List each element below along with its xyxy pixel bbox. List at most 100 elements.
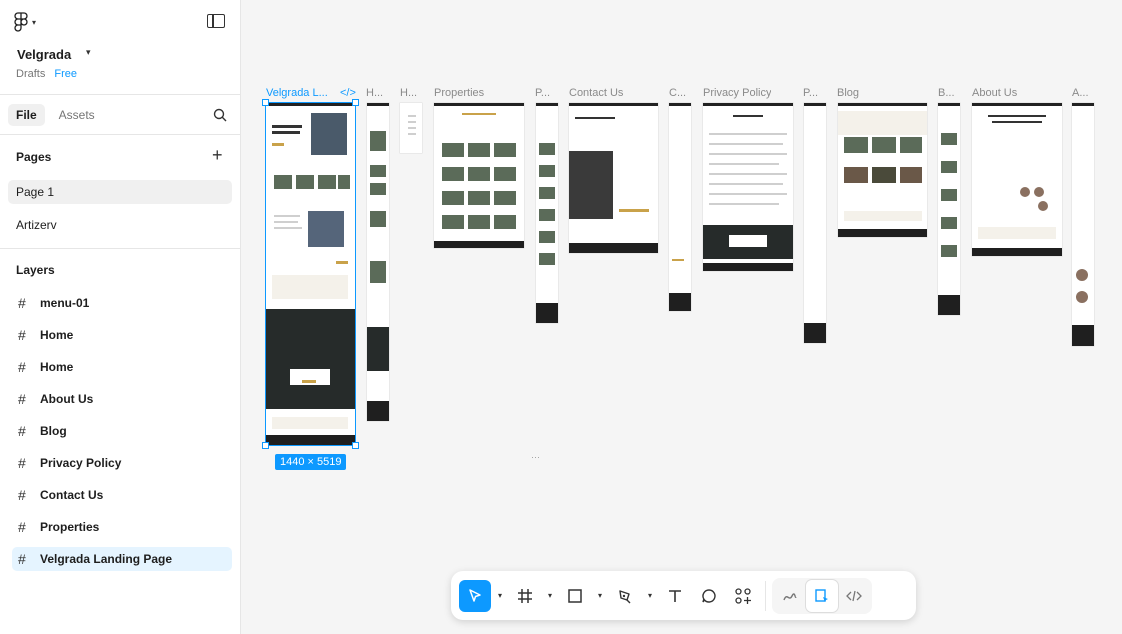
layer-item[interactable]: # Properties — [12, 515, 232, 539]
layer-label: Blog — [40, 424, 67, 438]
frame-label-properties[interactable]: Properties — [434, 87, 484, 99]
frame-mobile-home[interactable] — [367, 103, 389, 421]
add-page-icon[interactable]: + — [212, 146, 223, 164]
chevron-down-icon: ▾ — [32, 17, 37, 27]
draw-mode-button[interactable] — [774, 580, 806, 612]
ellipsis-marker: ··· — [531, 452, 540, 462]
divider — [0, 134, 240, 135]
frame-mobile-blog[interactable] — [938, 103, 960, 315]
frame-icon: # — [18, 551, 26, 567]
page-item-artizerv[interactable]: Artizerv — [8, 213, 232, 237]
frame-icon: # — [18, 327, 26, 343]
frame-mobile-properties[interactable] — [536, 103, 558, 323]
divider — [0, 248, 240, 249]
frame-label[interactable]: A... — [1072, 87, 1089, 99]
toolbar-divider — [765, 580, 766, 611]
frame-icon: # — [18, 455, 26, 471]
selection-dimensions: 1440 × 5519 — [275, 454, 347, 470]
comment-tool[interactable] — [693, 580, 725, 612]
chevron-down-icon[interactable]: ▾ — [543, 591, 557, 600]
code-icon[interactable]: </> — [340, 87, 356, 99]
draw-icon — [783, 592, 797, 600]
frame-icon: # — [18, 487, 26, 503]
design-mode-button[interactable] — [806, 579, 838, 612]
actions-tool[interactable] — [727, 580, 759, 612]
frame-menu[interactable] — [400, 103, 422, 153]
bottom-toolbar: ▾ ▾ ▾ ▾ — [451, 571, 916, 620]
frame-label[interactable]: H... — [366, 87, 383, 99]
tab-assets[interactable]: Assets — [51, 104, 103, 126]
text-icon — [669, 589, 681, 602]
text-tool[interactable] — [659, 580, 691, 612]
move-tool[interactable] — [459, 579, 491, 612]
dev-mode-button[interactable] — [838, 580, 870, 612]
frame-mobile-contact[interactable] — [669, 103, 691, 311]
frame-privacy[interactable] — [703, 103, 793, 271]
toggle-sidebar-icon[interactable] — [207, 14, 225, 28]
resize-handle[interactable] — [352, 99, 359, 106]
frame-mobile-privacy[interactable] — [804, 103, 826, 343]
cursor-icon — [469, 588, 481, 602]
tab-file[interactable]: File — [8, 104, 45, 126]
layer-item[interactable]: # menu-01 — [12, 291, 232, 315]
frame-about[interactable] — [972, 103, 1062, 256]
frame-icon: # — [18, 519, 26, 535]
frame-label[interactable]: P... — [535, 87, 550, 99]
layer-label: About Us — [40, 392, 94, 406]
resize-handle[interactable] — [352, 442, 359, 449]
frame-icon: # — [18, 391, 26, 407]
page-item-page-1[interactable]: Page 1 — [8, 180, 232, 204]
resize-handle[interactable] — [262, 99, 269, 106]
layer-item-selected[interactable]: # Velgrada Landing Page — [12, 547, 232, 571]
frame-icon — [518, 588, 532, 603]
chevron-down-icon[interactable]: ▾ — [86, 47, 91, 58]
mode-switcher — [772, 577, 872, 614]
frame-properties[interactable] — [434, 103, 524, 248]
layer-label: menu-01 — [40, 296, 90, 310]
canvas[interactable]: Velgrada L... </> H... H... Properties P… — [241, 0, 1122, 630]
layer-item[interactable]: # Privacy Policy — [12, 451, 232, 475]
main-menu-button[interactable]: ▾ — [14, 12, 36, 32]
frame-tool[interactable] — [509, 580, 541, 612]
chevron-down-icon[interactable]: ▾ — [493, 591, 507, 600]
search-icon[interactable] — [213, 108, 227, 122]
frame-label-privacy[interactable]: Privacy Policy — [703, 87, 771, 99]
frame-label-contact[interactable]: Contact Us — [569, 87, 623, 99]
plan-badge[interactable]: Free — [54, 68, 77, 80]
rectangle-icon — [568, 588, 582, 603]
chevron-down-icon[interactable]: ▾ — [643, 591, 657, 600]
resize-handle[interactable] — [262, 442, 269, 449]
frame-blog[interactable] — [838, 103, 927, 237]
left-sidebar: ▾ Velgrada ▾ Drafts Free File Assets Pag… — [0, 0, 241, 634]
project-meta: Drafts Free — [16, 68, 77, 80]
drafts-link[interactable]: Drafts — [16, 68, 45, 80]
frame-label[interactable]: H... — [400, 87, 417, 99]
frame-label[interactable]: P... — [803, 87, 818, 99]
layer-item[interactable]: # Contact Us — [12, 483, 232, 507]
frame-label-about[interactable]: About Us — [972, 87, 1017, 99]
layer-label: Home — [40, 328, 74, 342]
pen-tool[interactable] — [609, 580, 641, 612]
frame-label-landing[interactable]: Velgrada L... — [266, 87, 338, 99]
frame-label-blog[interactable]: Blog — [837, 87, 859, 99]
layer-label: Velgrada Landing Page — [40, 552, 173, 566]
project-name[interactable]: Velgrada — [17, 47, 71, 62]
frame-mobile-about[interactable] — [1072, 103, 1094, 346]
design-icon — [815, 588, 828, 602]
frame-icon: # — [18, 295, 26, 311]
layer-item[interactable]: # Home — [12, 323, 232, 347]
layer-item[interactable]: # Home — [12, 355, 232, 379]
layer-item[interactable]: # About Us — [12, 387, 232, 411]
rectangle-tool[interactable] — [559, 580, 591, 612]
layers-heading: Layers — [16, 263, 55, 277]
layer-item[interactable]: # Blog — [12, 419, 232, 443]
panel-tabs: File Assets — [8, 104, 103, 126]
chevron-down-icon[interactable]: ▾ — [593, 591, 607, 600]
frame-contact[interactable] — [569, 103, 658, 253]
pages-heading: Pages — [16, 150, 52, 164]
frame-label[interactable]: C... — [669, 87, 686, 99]
code-icon — [846, 590, 862, 601]
frame-icon: # — [18, 359, 26, 375]
selection-box[interactable] — [265, 102, 356, 446]
frame-label[interactable]: B... — [938, 87, 955, 99]
